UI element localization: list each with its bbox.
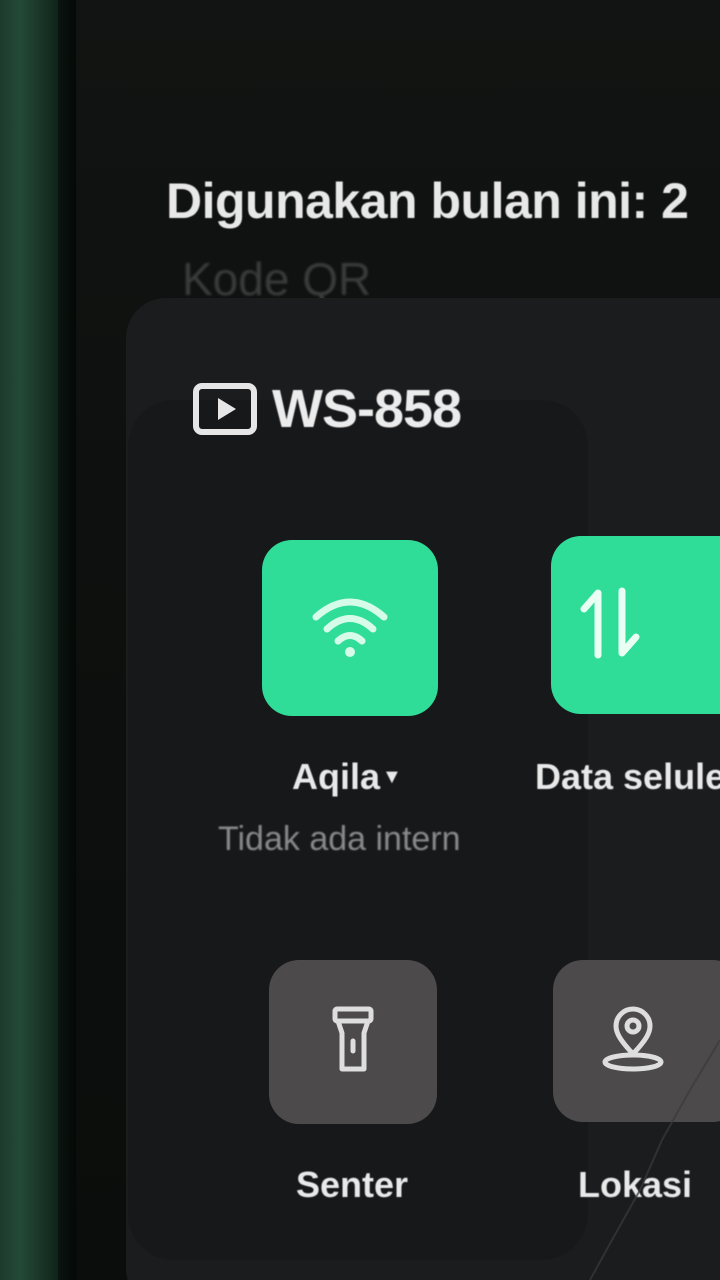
wifi-network-name: Aqila [292,756,381,797]
flashlight-tile[interactable] [269,960,437,1124]
quick-settings-screen: Digunakan bulan ini: 2 Kode QR WS-858 Aq… [0,0,720,1280]
flashlight-label: Senter [296,1164,409,1205]
wifi-tile[interactable] [262,540,438,716]
location-pin-icon [598,1004,668,1079]
wifi-tile-label-row[interactable]: Aqila ▼ [292,756,402,798]
phone-bezel [0,0,58,1280]
media-output-row[interactable]: WS-858 [192,378,462,440]
data-arrows-icon [576,583,646,668]
data-usage-text: Digunakan bulan ini: 2 [166,173,689,229]
wifi-status-text: Tidak ada intern [218,820,461,858]
media-device-name: WS-858 [272,379,462,439]
flashlight-icon [328,1005,378,1080]
bezel-edge [58,0,76,1280]
mobile-data-label: Data selule [535,756,720,797]
mobile-data-tile[interactable] [551,536,720,714]
wifi-icon [310,591,390,666]
location-label: Lokasi [578,1164,693,1205]
chevron-down-icon: ▼ [382,765,402,788]
cast-icon [192,380,258,438]
location-tile[interactable] [553,960,720,1122]
